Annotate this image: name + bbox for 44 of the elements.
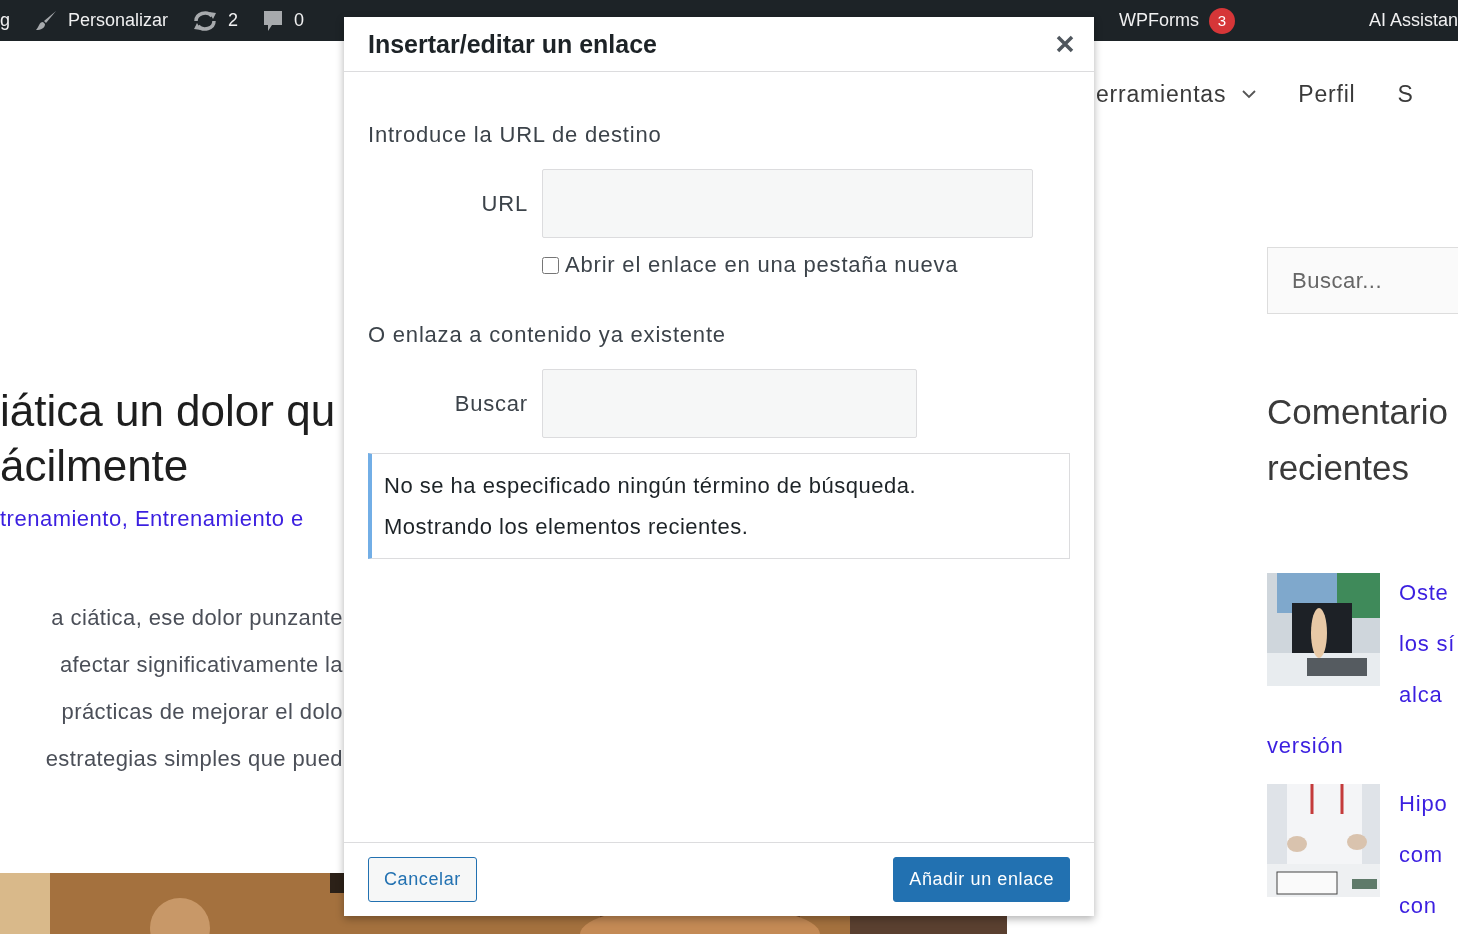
toolbar-link[interactable]: Personalizar — [68, 10, 169, 31]
section-heading: O enlaza a contenido ya existente — [368, 322, 727, 348]
url-field[interactable] — [542, 169, 1033, 238]
paragraph-text: estrategias simples que pued — [45, 745, 343, 773]
nav-item[interactable]: S — [1397, 81, 1414, 108]
notice-text: No se ha especificado ningún término de búsqueda. — [384, 472, 918, 500]
checkbox-label: Abrir el enlace en una pestaña nueva — [565, 252, 959, 278]
toolbar-link[interactable]: g — [0, 10, 10, 31]
paragraph-text: a ciática, ese dolor punzante — [51, 604, 343, 632]
paragraph-text: afectar significativamente la — [59, 651, 343, 679]
post-link[interactable]: Hipo — [1399, 778, 1448, 829]
dialog-title: Insertar/editar un enlace — [368, 29, 657, 59]
field-label: Buscar — [453, 390, 529, 417]
post-link[interactable]: com — [1399, 829, 1448, 880]
cancel-button[interactable]: Cancelar — [368, 857, 477, 902]
brush-icon[interactable] — [34, 8, 58, 33]
refresh-icon[interactable] — [192, 9, 219, 32]
post-link[interactable]: con — [1399, 880, 1448, 931]
toolbar-link[interactable]: 2 — [228, 10, 239, 31]
comment-icon[interactable] — [262, 8, 285, 33]
post-link[interactable]: los sí — [1399, 618, 1456, 669]
post-link[interactable]: alca — [1399, 669, 1456, 720]
section-heading: Introduce la URL de destino — [368, 122, 663, 148]
count-badge: 3 — [1208, 7, 1235, 34]
checkbox[interactable] — [542, 256, 559, 274]
post-link[interactable]: versión — [1267, 720, 1344, 771]
account-link[interactable]: AI Assistan — [1368, 10, 1458, 31]
add-link-button[interactable]: Añadir un enlace — [893, 857, 1070, 902]
post-title: ácilmente — [0, 440, 189, 492]
widget-heading: recientes — [1267, 447, 1411, 489]
category-link[interactable]: trenamiento, Entrenamiento e — [0, 506, 345, 532]
post-link[interactable]: Oste — [1399, 567, 1456, 618]
widget-heading: Comentario — [1267, 391, 1449, 433]
nav-item[interactable]: Perfil — [1298, 81, 1356, 108]
search-field[interactable] — [542, 369, 917, 438]
field-label: URL — [480, 190, 529, 217]
notice-text: Mostrando los elementos recientes. — [384, 513, 750, 541]
post-title: iática un dolor qu — [0, 385, 336, 437]
paragraph-text: prácticas de mejorar el dolo — [61, 698, 343, 726]
toolbar-link[interactable]: WPForms — [1118, 10, 1199, 31]
chevron-icon — [1242, 90, 1257, 99]
nav-item[interactable]: erramientas — [1096, 81, 1257, 108]
toolbar-link[interactable]: 0 — [294, 10, 305, 31]
search-field[interactable]: Buscar... — [1267, 247, 1458, 314]
